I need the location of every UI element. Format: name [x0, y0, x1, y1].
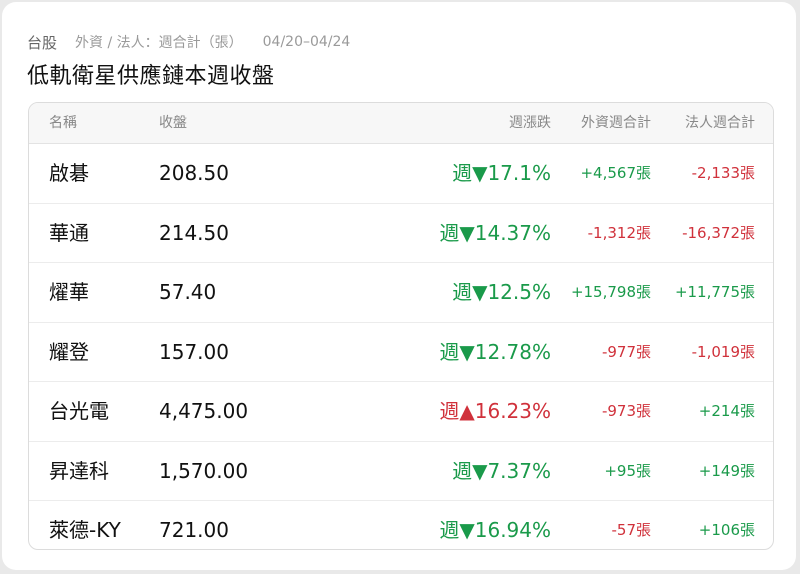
weekly-change: 週▼17.1% — [452, 161, 551, 185]
table-row[interactable]: 華通 214.50 週▼14.37% -1,312張 -16,372張 — [29, 204, 773, 263]
institutional-weekly-total: +214張 — [698, 402, 755, 420]
foreign-weekly-total: +95張 — [604, 461, 651, 480]
weekly-change: 週▼12.78% — [439, 339, 551, 364]
weekly-change: 週▼12.5% — [452, 280, 551, 304]
institutional-weekly-total: +11,775張 — [674, 283, 755, 301]
table-row[interactable]: 台光電 4,475.00 週▲16.23% -973張 +214張 — [29, 382, 773, 442]
institutional-weekly-total: -16,372張 — [682, 223, 755, 242]
institutional-weekly-total: +149張 — [698, 461, 755, 480]
date-range: 04/20–04/24 — [262, 34, 351, 50]
stock-name: 華通 — [49, 220, 89, 245]
weekly-change: 週▼16.94% — [439, 518, 551, 542]
column-header-close: 收盤 — [159, 115, 187, 131]
foreign-weekly-total: +15,798張 — [570, 283, 651, 301]
stock-name: 啟碁 — [49, 161, 89, 185]
table-body: 啟碁 208.50 週▼17.1% +4,567張 -2,133張華通 214.50 週▼1… — [29, 144, 773, 549]
weekly-change: 週▲16.23% — [439, 399, 551, 423]
header-subtitle: 外資 / 法人：週合計（張） — [75, 35, 243, 51]
column-header-institutional-total: 法人週合計 — [685, 115, 755, 131]
institutional-weekly-total: +106張 — [698, 521, 755, 539]
table-row[interactable]: 啟碁 208.50 週▼17.1% +4,567張 -2,133張 — [29, 144, 773, 204]
foreign-weekly-total: +4,567張 — [580, 164, 651, 182]
column-header-weekly-change: 週漲跌 — [509, 115, 551, 131]
institutional-weekly-total: -2,133張 — [691, 164, 755, 182]
table-row[interactable]: 昇達科 1,570.00 週▼7.37% +95張 +149張 — [29, 442, 773, 501]
close-price: 157.00 — [159, 339, 229, 364]
institutional-weekly-total: -1,019張 — [691, 342, 755, 361]
column-header-name: 名稱 — [49, 115, 77, 131]
foreign-weekly-total: -977張 — [601, 342, 651, 361]
foreign-weekly-total: -57張 — [611, 521, 652, 539]
column-header-foreign-total: 外資週合計 — [581, 115, 651, 131]
weekly-change: 週▼14.37% — [439, 220, 551, 245]
close-price: 57.40 — [159, 280, 217, 304]
market-label: 台股 — [27, 33, 58, 52]
table-row[interactable]: 萊德-KY 721.00 週▼16.94% -57張 +106張 — [29, 501, 773, 549]
close-price: 4,475.00 — [159, 399, 249, 423]
close-price: 1,570.00 — [159, 458, 249, 483]
close-price: 208.50 — [159, 161, 229, 185]
stock-table: 名稱 收盤 週漲跌 外資週合計 法人週合計 啟碁 208.50 週▼17.1% +4,… — [28, 102, 774, 550]
table-row[interactable]: 燿華 57.40 週▼12.5% +15,798張 +11,775張 — [29, 263, 773, 323]
stock-name: 燿華 — [49, 280, 89, 304]
header-meta: 台股 外資 / 法人：週合計（張） 04/20–04/24 — [27, 32, 350, 52]
table-row[interactable]: 耀登 157.00 週▼12.78% -977張 -1,019張 — [29, 323, 773, 382]
stock-name: 昇達科 — [49, 458, 109, 483]
stock-summary-panel: 台股 外資 / 法人：週合計（張） 04/20–04/24 低軌衛星供應鏈本週收… — [2, 2, 796, 570]
stock-name: 耀登 — [49, 339, 89, 364]
close-price: 721.00 — [159, 518, 229, 542]
foreign-weekly-total: -1,312張 — [587, 223, 651, 242]
page-title: 低軌衛星供應鏈本週收盤 — [27, 64, 275, 89]
foreign-weekly-total: -973張 — [601, 402, 651, 420]
stock-name: 台光電 — [49, 399, 109, 423]
table-header: 名稱 收盤 週漲跌 外資週合計 法人週合計 — [29, 103, 773, 144]
stock-name: 萊德-KY — [49, 518, 121, 542]
close-price: 214.50 — [159, 220, 229, 245]
weekly-change: 週▼7.37% — [452, 458, 551, 483]
